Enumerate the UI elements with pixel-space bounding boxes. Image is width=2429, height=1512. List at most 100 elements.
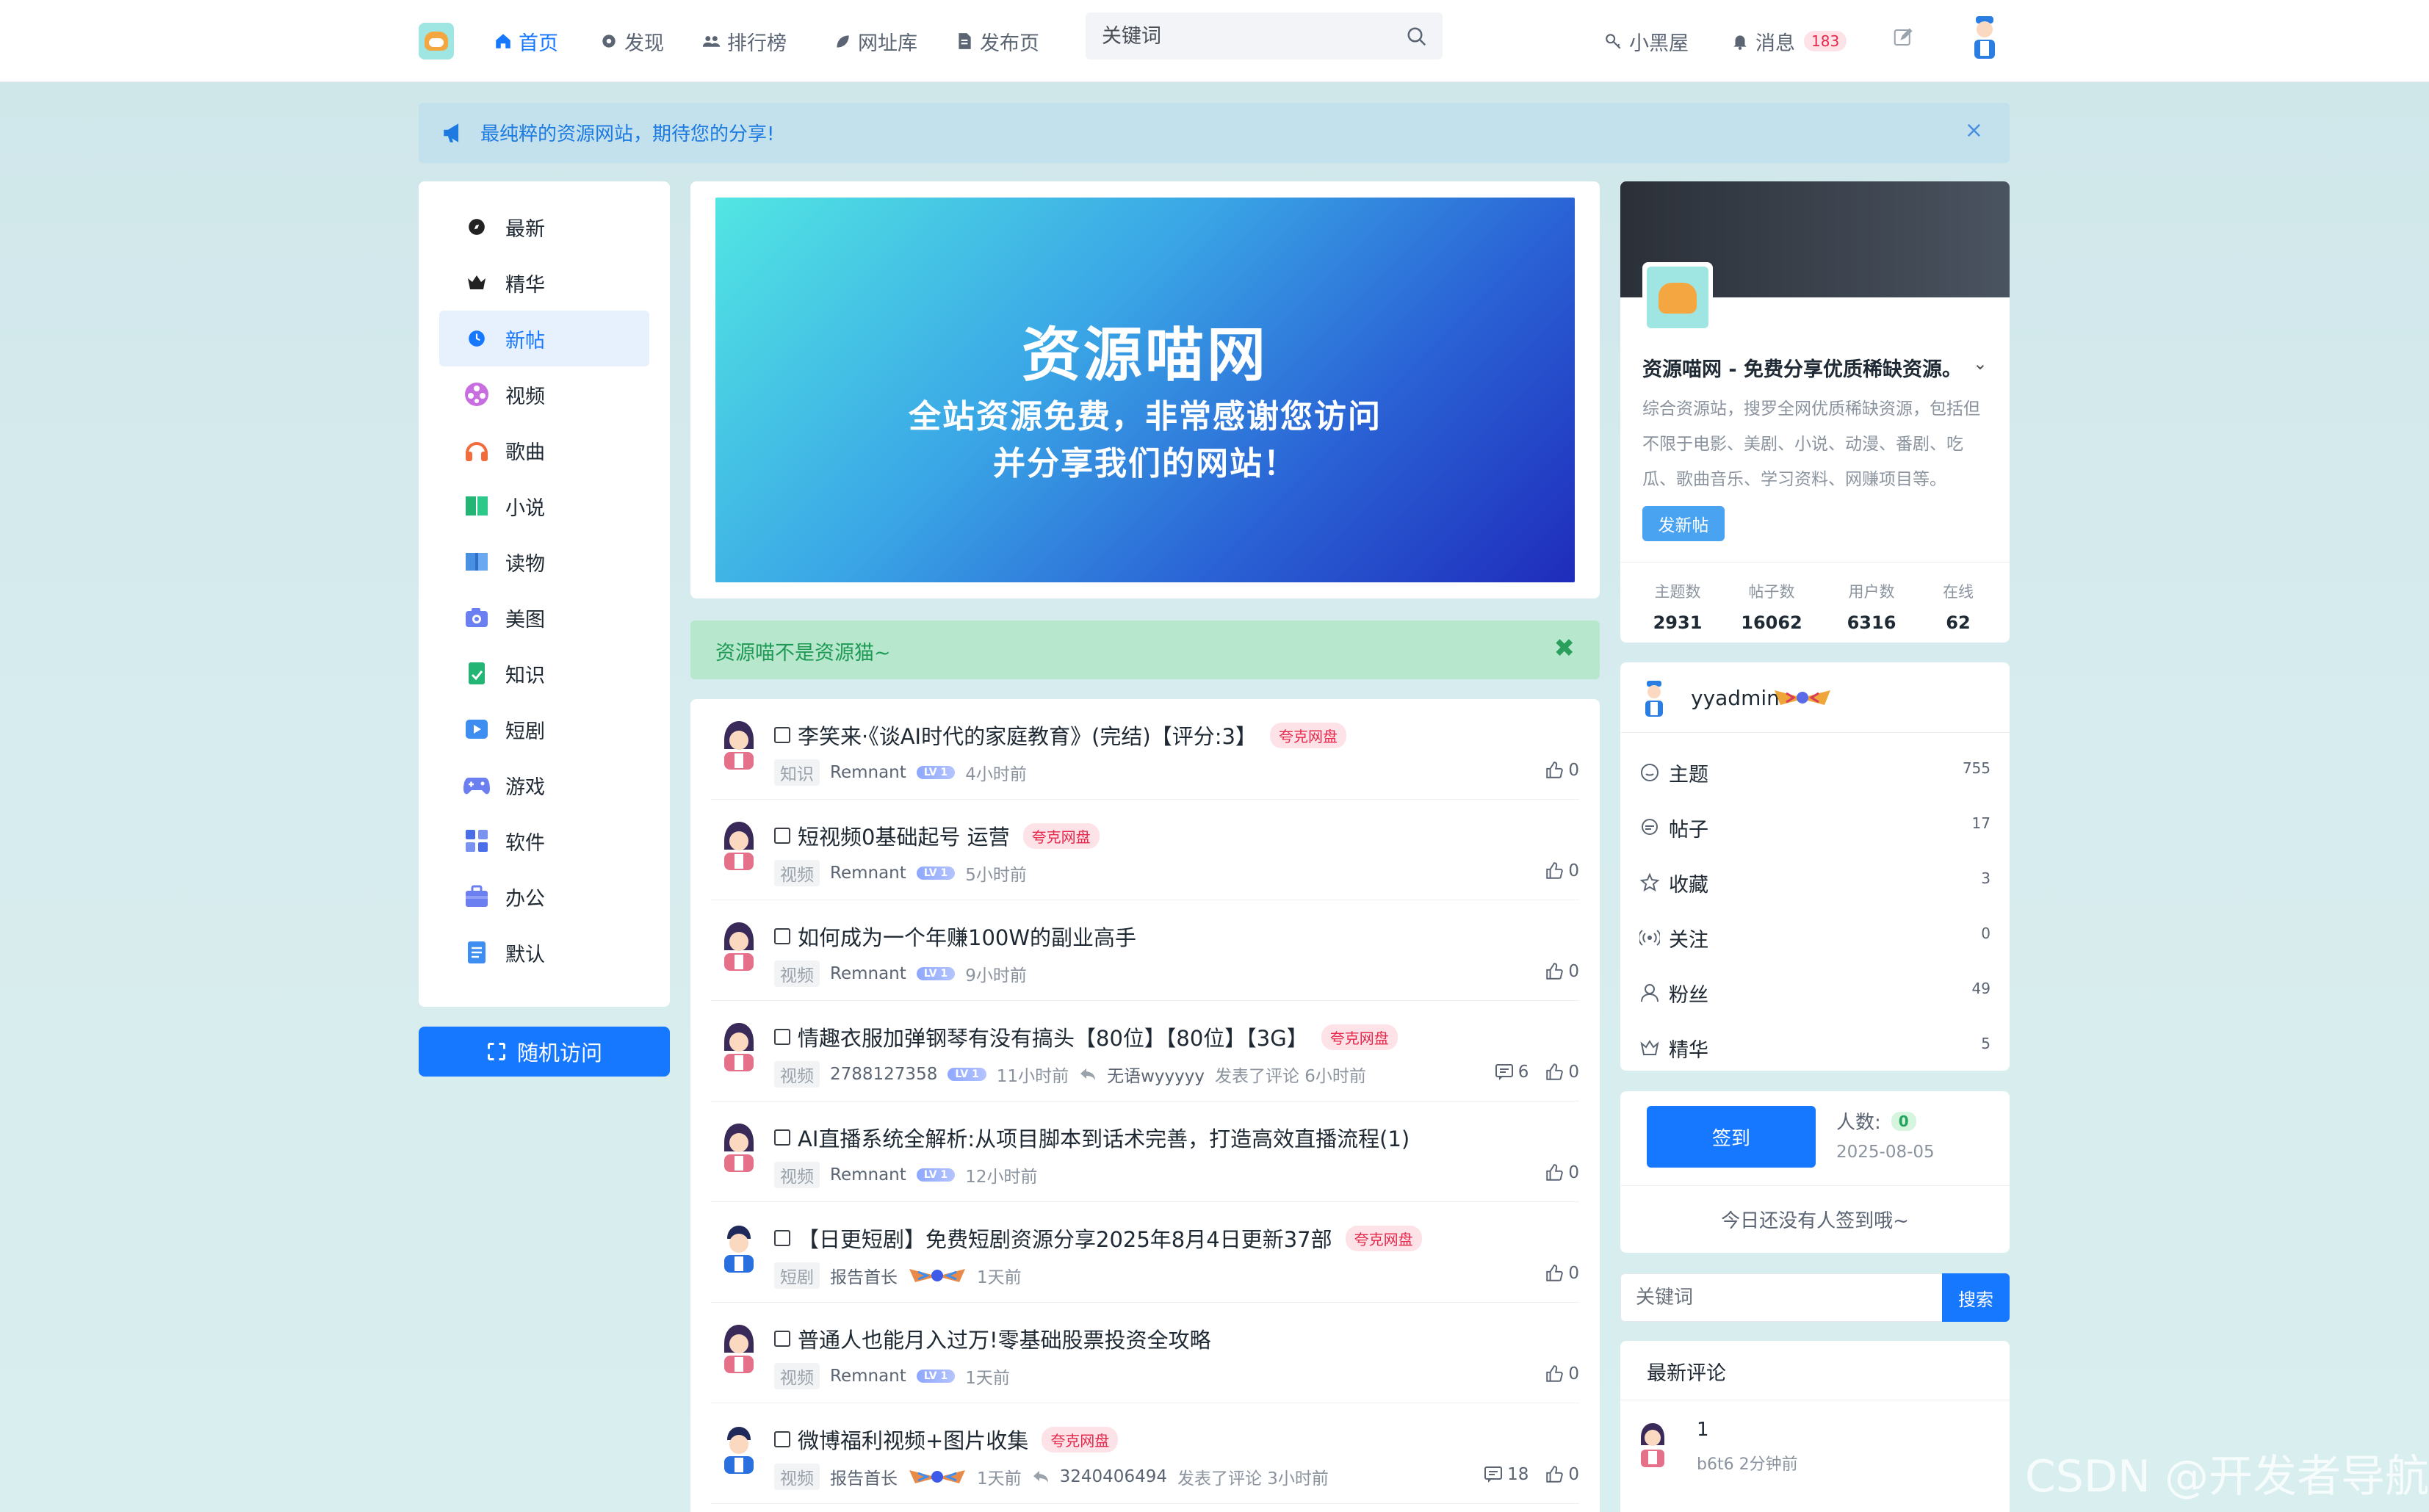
user-stat-3[interactable]: 关注 0	[1639, 920, 1991, 955]
post-row[interactable]: 普通人也能月入过万!零基础股票投资全攻略 视频 Remnant LV 1 1天前 0	[711, 1303, 1579, 1403]
post-checkbox[interactable]	[774, 1431, 790, 1447]
post-author[interactable]: 2788127358	[830, 1065, 937, 1084]
user-stat-4[interactable]: 粉丝 49	[1639, 975, 1991, 1010]
category-knowledge[interactable]: 知识	[439, 645, 649, 701]
post-checkbox[interactable]	[774, 1230, 790, 1246]
info-bar-close-button[interactable]: ✖	[1554, 634, 1576, 663]
user-avatar[interactable]	[1639, 680, 1669, 718]
user-avatar[interactable]	[1967, 15, 2002, 62]
author-avatar[interactable]	[718, 1121, 759, 1172]
user-name[interactable]: yyadmin	[1691, 686, 1780, 710]
post-title[interactable]: 李笑来·《谈AI时代的家庭教育》(完结)【评分:3】	[798, 720, 1257, 750]
checkin-button[interactable]: 签到	[1647, 1106, 1816, 1168]
post-row[interactable]: 情趣衣服加弹钢琴有没有搞头【80位】【80位】【3G】 夸克网盘 视频 2788127…	[711, 1001, 1579, 1102]
sidebar-search-input[interactable]	[1620, 1273, 1942, 1322]
category-songs[interactable]: 歌曲	[439, 422, 649, 478]
post-row[interactable]: 微博福利视频+图片收集 夸克网盘 视频 报告首长 1天前 3240406494 发表了评论 …	[711, 1403, 1579, 1504]
banner-image[interactable]: 资源喵网 全站资源免费，非常感谢您访问 并分享我们的网站！	[715, 198, 1575, 582]
post-checkbox[interactable]	[774, 828, 790, 844]
commenter-avatar[interactable]	[1635, 1420, 1670, 1469]
author-avatar[interactable]	[718, 919, 759, 971]
post-author[interactable]: Remnant	[830, 1165, 906, 1184]
post-author[interactable]: 报告首长	[830, 1464, 898, 1489]
post-category[interactable]: 视频	[774, 860, 820, 886]
category-latest[interactable]: 最新	[439, 199, 649, 255]
category-software[interactable]: 软件	[439, 813, 649, 869]
post-title[interactable]: 微博福利视频+图片收集	[798, 1424, 1028, 1455]
new-post-button[interactable]: 发新帖	[1642, 506, 1725, 541]
reply-user[interactable]: 无语wyyyyy	[1107, 1062, 1205, 1087]
chevron-down-icon[interactable]: ⌄	[1973, 353, 1988, 374]
user-stat-1[interactable]: 帖子 17	[1639, 810, 1991, 845]
post-checkbox[interactable]	[774, 727, 790, 743]
post-author[interactable]: Remnant	[830, 964, 906, 983]
category-newposts[interactable]: 新帖	[439, 311, 649, 366]
post-checkbox[interactable]	[774, 1029, 790, 1045]
author-avatar[interactable]	[718, 819, 759, 870]
nav-messages[interactable]: 消息 183	[1730, 26, 1847, 56]
post-row[interactable]: 短视频0基础起号 运营 夸克网盘 视频 Remnant LV 1 5小时前 0	[711, 800, 1579, 900]
post-title[interactable]: 普通人也能月入过万!零基础股票投资全攻略	[798, 1323, 1211, 1354]
like-count[interactable]: 0	[1545, 962, 1579, 981]
like-count[interactable]: 0	[1545, 861, 1579, 880]
post-row[interactable]: AI直播系统全解析:从项目脚本到话术完善，打造高效直播流程(1) 视频 Remnan…	[711, 1102, 1579, 1202]
category-pictures[interactable]: 美图	[439, 590, 649, 645]
like-count[interactable]: 0	[1545, 1063, 1579, 1082]
category-default[interactable]: 默认	[439, 925, 649, 980]
sidebar-search-button[interactable]: 搜索	[1942, 1273, 2010, 1322]
author-avatar[interactable]	[718, 1322, 759, 1373]
author-avatar[interactable]	[718, 718, 759, 770]
like-count[interactable]: 0	[1545, 1163, 1579, 1182]
post-category[interactable]: 视频	[774, 961, 820, 987]
edit-icon[interactable]	[1892, 26, 1914, 48]
post-category[interactable]: 视频	[774, 1363, 820, 1389]
post-row[interactable]: 李笑来·《谈AI时代的家庭教育》(完结)【评分:3】 夸克网盘 知识 Remnant L…	[711, 699, 1579, 800]
nav-blackroom[interactable]: 小黑屋	[1604, 26, 1689, 56]
category-shortdrama[interactable]: 短剧	[439, 701, 649, 757]
post-checkbox[interactable]	[774, 928, 790, 944]
like-count[interactable]: 0	[1545, 1465, 1579, 1484]
comment-count[interactable]: 18	[1484, 1465, 1528, 1484]
post-category[interactable]: 知识	[774, 759, 820, 786]
post-title[interactable]: AI直播系统全解析:从项目脚本到话术完善，打造高效直播流程(1)	[798, 1122, 1410, 1153]
post-author[interactable]: Remnant	[830, 1367, 906, 1386]
post-row[interactable]: 【日更短剧】免费短剧资源分享2025年8月4日更新37部 夸克网盘 短剧 报告首长 1天…	[711, 1202, 1579, 1303]
site-logo[interactable]	[419, 23, 454, 59]
post-category[interactable]: 短剧	[774, 1262, 820, 1289]
user-stat-2[interactable]: 收藏 3	[1639, 865, 1991, 900]
post-author[interactable]: Remnant	[830, 864, 906, 883]
category-reading[interactable]: 读物	[439, 534, 649, 590]
like-count[interactable]: 0	[1545, 761, 1579, 780]
post-row[interactable]: 如何成为一个年赚100W的副业高手 视频 Remnant LV 1 9小时前 0	[711, 900, 1579, 1001]
latest-comment-text[interactable]: 1	[1697, 1419, 1709, 1441]
post-checkbox[interactable]	[774, 1129, 790, 1146]
category-featured[interactable]: 精华	[439, 255, 649, 311]
user-stat-5[interactable]: 精华 5	[1639, 1030, 1991, 1066]
author-avatar[interactable]	[718, 1020, 759, 1071]
post-category[interactable]: 视频	[774, 1162, 820, 1188]
post-category[interactable]: 视频	[774, 1464, 820, 1490]
author-avatar[interactable]	[718, 1422, 759, 1474]
post-title[interactable]: 如何成为一个年赚100W的副业高手	[798, 921, 1136, 952]
reply-user[interactable]: 3240406494	[1060, 1467, 1167, 1486]
author-avatar[interactable]	[718, 1221, 759, 1273]
post-author[interactable]: Remnant	[830, 763, 906, 782]
top-search-input[interactable]	[1102, 21, 1381, 51]
post-checkbox[interactable]	[774, 1331, 790, 1347]
post-category[interactable]: 视频	[774, 1061, 820, 1088]
post-author[interactable]: 报告首长	[830, 1263, 898, 1288]
nav-home[interactable]: 首页	[494, 26, 558, 56]
like-count[interactable]: 0	[1545, 1264, 1579, 1283]
random-visit-button[interactable]: 随机访问	[419, 1027, 670, 1077]
like-count[interactable]: 0	[1545, 1364, 1579, 1383]
category-office[interactable]: 办公	[439, 869, 649, 925]
nav-publish[interactable]: 发布页	[955, 26, 1039, 56]
nav-discover[interactable]: 发现	[599, 26, 664, 56]
comment-count[interactable]: 6	[1495, 1063, 1528, 1082]
search-icon[interactable]	[1406, 26, 1428, 48]
user-stat-0[interactable]: 主题 755	[1639, 755, 1991, 790]
nav-ranking[interactable]: 排行榜	[702, 26, 787, 56]
nav-urls[interactable]: 网址库	[833, 26, 917, 56]
post-title[interactable]: 情趣衣服加弹钢琴有没有搞头【80位】【80位】【3G】	[798, 1021, 1308, 1052]
notice-close-button[interactable]: ×	[1965, 117, 1983, 143]
